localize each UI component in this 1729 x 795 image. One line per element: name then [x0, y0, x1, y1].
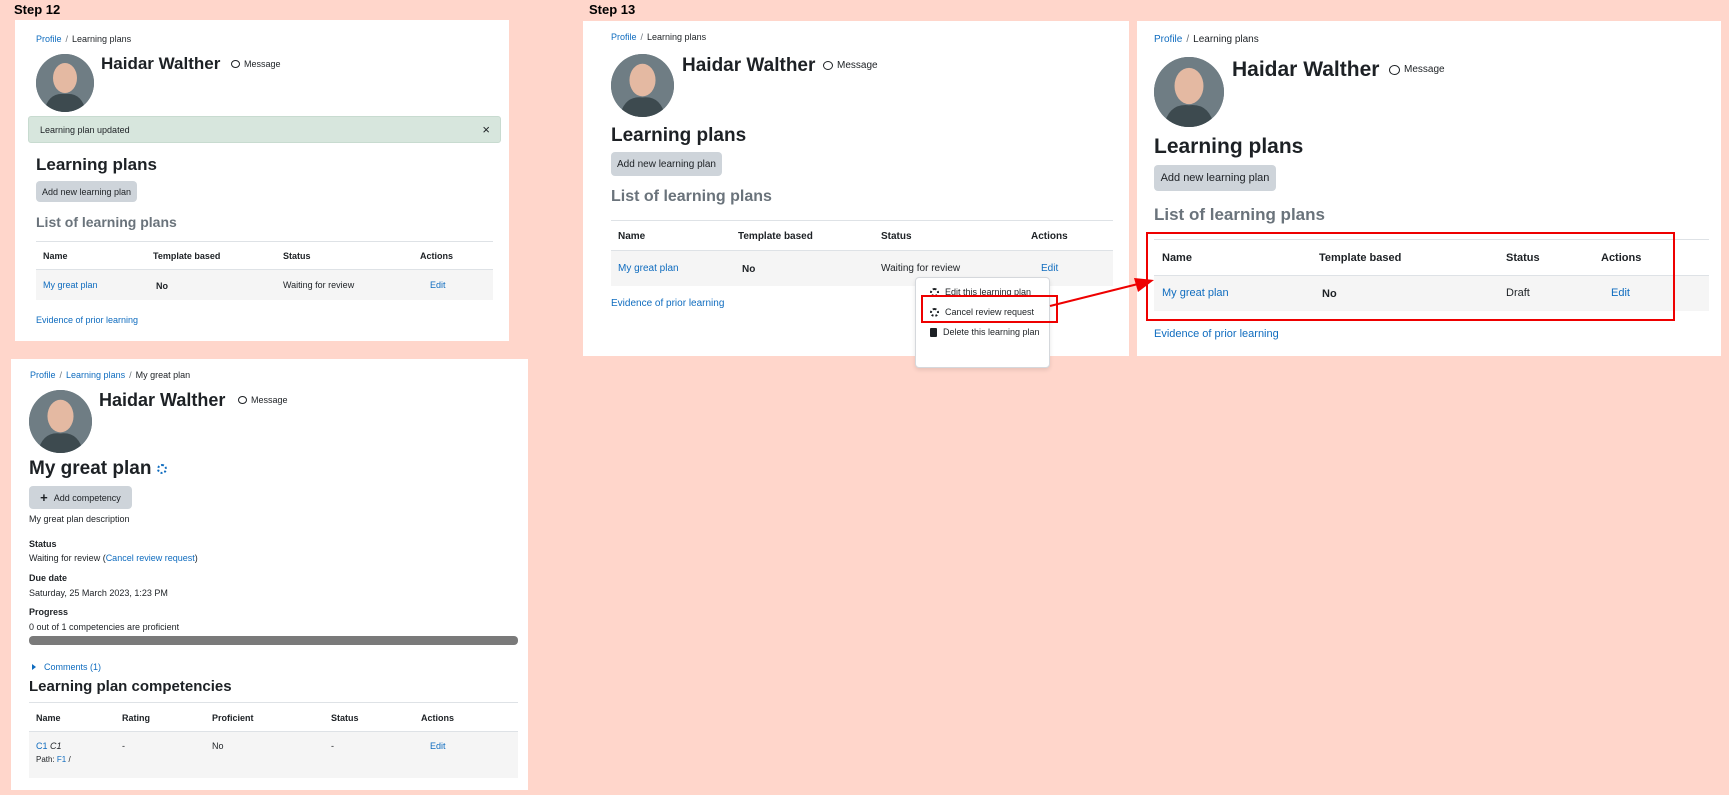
annotation-arrow: [1049, 278, 1154, 307]
